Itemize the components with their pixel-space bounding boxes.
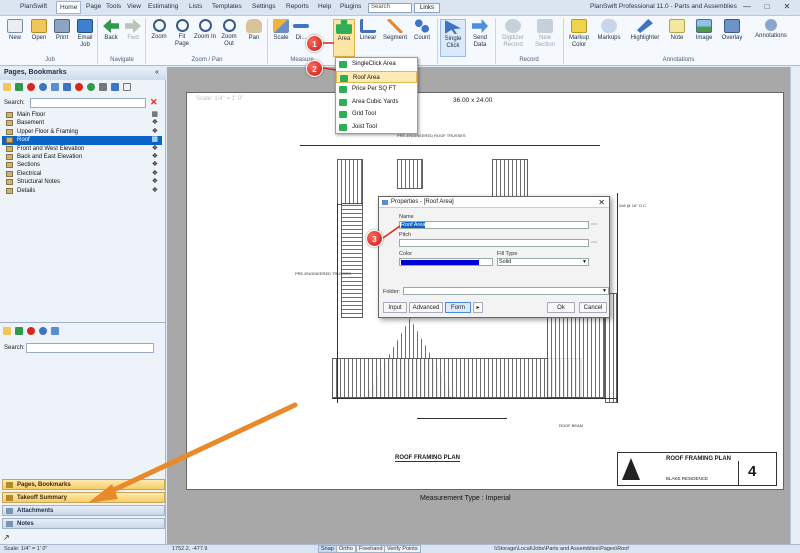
ortho-toggle[interactable]: Ortho xyxy=(336,545,356,553)
verify-points-toggle[interactable]: Verify Points xyxy=(384,545,421,553)
arrow-line-2 xyxy=(322,67,337,71)
status-coordinates: 1752.2, -477.9 xyxy=(172,546,208,552)
status-scale: Scale: 1/4" = 1' 0" xyxy=(4,546,48,552)
arrow-line-3 xyxy=(382,225,401,239)
orange-arrow-head xyxy=(88,484,118,503)
status-bar: Scale: 1/4" = 1' 0" 1752.2, -477.9 Snap … xyxy=(0,544,800,553)
status-path: \\Storage\Local\Jobs\Parts and Assemblie… xyxy=(494,546,629,552)
orange-arrow-line xyxy=(102,402,298,497)
snap-toggle[interactable]: Snap xyxy=(318,545,337,553)
annotation-arrows xyxy=(88,42,401,503)
freehand-toggle[interactable]: Freehand xyxy=(356,545,386,553)
